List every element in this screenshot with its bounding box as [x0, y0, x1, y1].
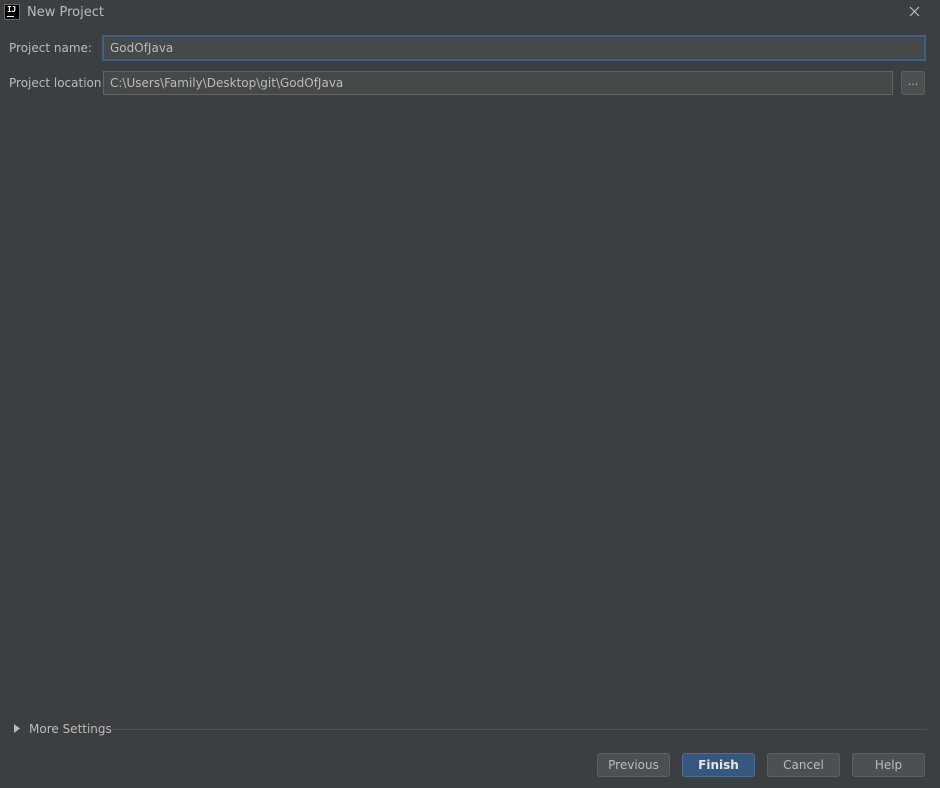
more-settings-divider — [111, 729, 927, 730]
project-location-label: Project location: — [9, 76, 106, 90]
browse-location-button[interactable]: ... — [901, 71, 925, 95]
title-bar: IJ New Project — [0, 0, 940, 25]
more-settings-label: More Settings — [29, 722, 112, 736]
expand-arrow-right-icon — [14, 724, 20, 733]
close-button[interactable] — [904, 2, 926, 22]
finish-button[interactable]: Finish — [682, 753, 755, 777]
project-name-input[interactable] — [102, 35, 926, 61]
window-title: New Project — [27, 5, 104, 20]
project-location-input[interactable] — [103, 71, 893, 95]
previous-button[interactable]: Previous — [597, 753, 670, 777]
cancel-button[interactable]: Cancel — [767, 753, 840, 777]
project-name-label: Project name: — [9, 41, 92, 55]
intellij-idea-icon: IJ — [4, 4, 20, 20]
close-icon — [909, 6, 920, 17]
help-button[interactable]: Help — [852, 753, 925, 777]
